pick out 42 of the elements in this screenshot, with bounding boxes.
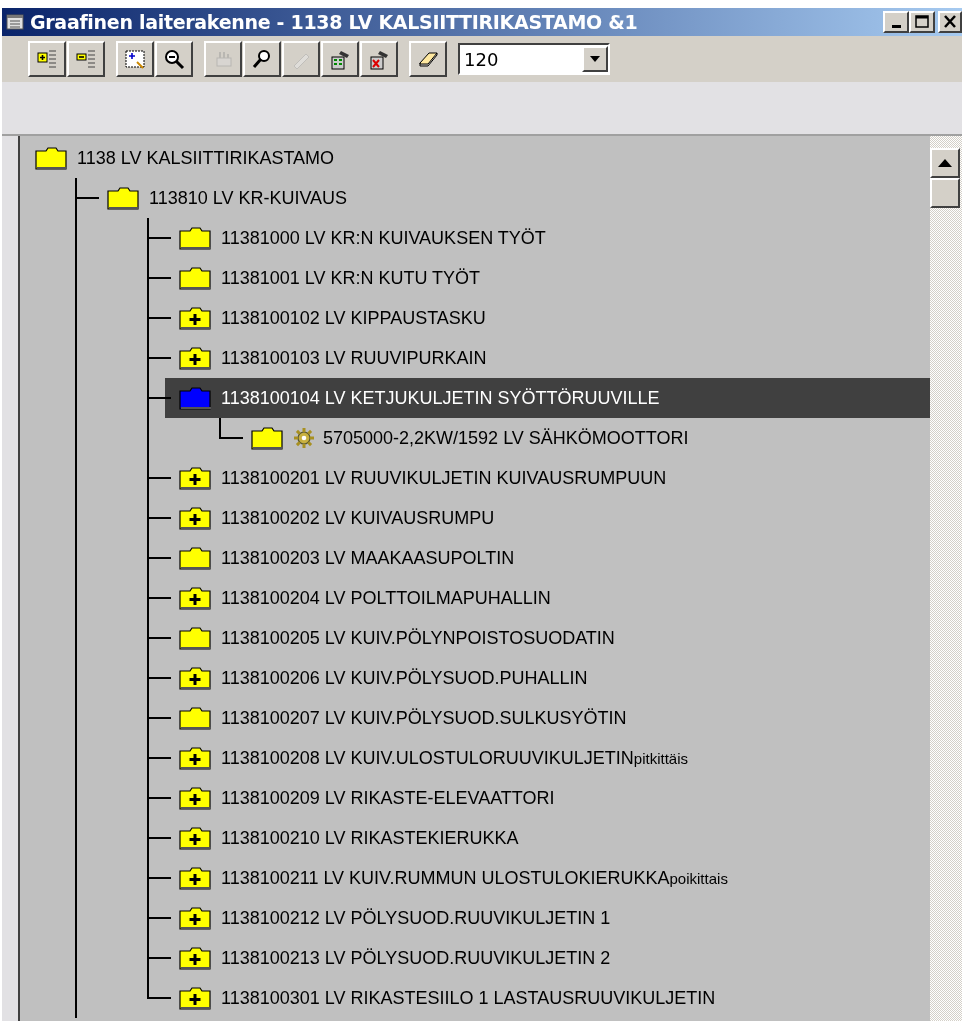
tree-item[interactable]: 1138100210 LV RIKASTEKIERUKKA xyxy=(145,818,930,858)
tree-item[interactable]: 1138100201 LV RUUVIKULJETIN KUIVAUSRUMPUUN xyxy=(145,458,930,498)
scroll-thumb[interactable] xyxy=(930,178,960,208)
scrollbar[interactable] xyxy=(930,136,962,1021)
tree-item[interactable]: 113810 LV KR-KUIVAUS xyxy=(73,178,930,218)
close-button[interactable] xyxy=(938,11,962,33)
zoom-out-button[interactable] xyxy=(155,41,193,77)
minimize-button[interactable] xyxy=(883,11,909,33)
up-arrow-icon xyxy=(938,159,952,167)
tree-item[interactable]: 1138100102 LV KIPPAUSTASKU xyxy=(145,298,930,338)
maximize-button[interactable] xyxy=(909,11,935,33)
minus-list-icon xyxy=(75,48,97,70)
tree-item[interactable]: 1138100203 LV MAAKAASUPOLTIN xyxy=(145,538,930,578)
tree-item[interactable]: 1138100301 LV RIKASTESIILO 1 LASTAUSRUUVIKULJETIN xyxy=(145,978,930,1018)
zoom-area-button[interactable] xyxy=(116,41,154,77)
eraser-button[interactable] xyxy=(409,41,447,77)
zoom-out-icon xyxy=(163,48,185,70)
window-title: Graafinen laiterakenne - 1138 LV KALSIITTIRIKASTAMO &1 xyxy=(30,11,638,33)
tree-item[interactable]: 5705000-2,2KW/1592 LV SÄHKÖMOOTTORI xyxy=(217,418,930,458)
tree-item[interactable]: 1138100213 LV PÖLYSUOD.RUUVIKULJETIN 2 xyxy=(145,938,930,978)
zoom-dropdown[interactable]: 120 xyxy=(458,43,610,75)
tree-item[interactable]: 1138100103 LV RUUVIPURKAIN xyxy=(145,338,930,378)
scroll-up-button[interactable] xyxy=(930,148,960,178)
gear-icon xyxy=(293,427,315,449)
dropdown-arrow-icon xyxy=(590,56,600,62)
tree-item[interactable]: 1138100204 LV POLTTOILMAPUHALLIN xyxy=(145,578,930,618)
zoom-area-icon xyxy=(124,48,146,70)
maximize-icon xyxy=(912,13,932,31)
tree-item[interactable]: 1138 LV KALSIITTIRIKASTAMO xyxy=(20,138,930,178)
tree-item[interactable]: 1138100209 LV RIKASTE-ELEVAATTORI xyxy=(145,778,930,818)
minimize-icon xyxy=(891,24,901,28)
tree-item[interactable]: 11381000 LV KR:N KUIVAUKSEN TYÖT xyxy=(145,218,930,258)
window-icon xyxy=(6,14,24,30)
plus-list-button[interactable] xyxy=(28,41,66,77)
tree-item[interactable]: 11381001 LV KR:N KUTU TYÖT xyxy=(145,258,930,298)
tree-item[interactable]: 1138100202 LV KUIVAUSRUMPU xyxy=(145,498,930,538)
tree-item[interactable]: 1138100207 LV KUIV.PÖLYSUOD.SULKUSYÖTIN xyxy=(145,698,930,738)
tree-item[interactable]: 1138100206 LV KUIV.PÖLYSUOD.PUHALLIN xyxy=(145,658,930,698)
tree-item[interactable]: 1138100205 LV KUIV.PÖLYNPOISTOSUODATIN xyxy=(145,618,930,658)
tree-item[interactable]: 1138100212 LV PÖLYSUOD.RUUVIKULJETIN 1 xyxy=(145,898,930,938)
minus-list-button[interactable] xyxy=(67,41,105,77)
plus-list-icon xyxy=(36,48,58,70)
